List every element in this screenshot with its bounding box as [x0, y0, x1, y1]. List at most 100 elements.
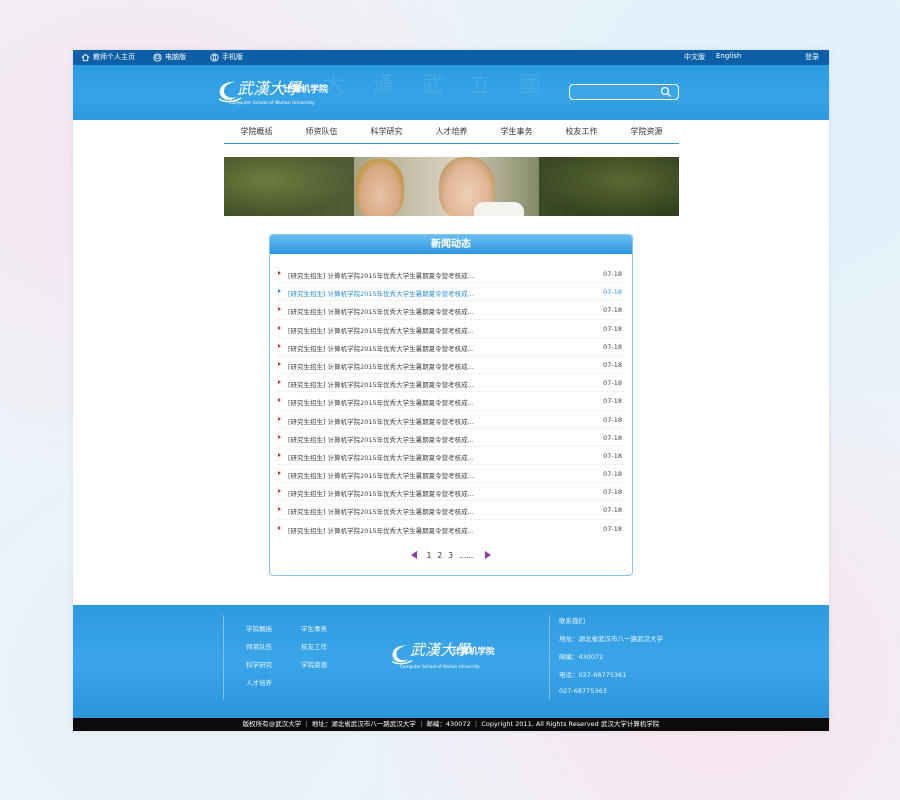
search-icon[interactable]: [660, 86, 672, 98]
nav-item-student-affairs[interactable]: 学生事务: [501, 126, 533, 137]
login-label: 登录: [805, 53, 819, 61]
mobile-version-link[interactable]: 手机版: [210, 52, 243, 62]
footer-link-faculty[interactable]: 师资队伍: [246, 641, 272, 651]
contact-postcode: 邮编：430072: [559, 653, 604, 661]
footer-link-resources[interactable]: 学院资源: [301, 659, 327, 669]
news-item[interactable]: [研究生招生] 计算机学院2015年优秀大学生暑期夏令营考核成... 07-18: [278, 465, 624, 484]
news-item[interactable]: [研究生招生] 计算机学院2015年优秀大学生暑期夏令营考核成... 07-18: [278, 320, 624, 338]
copyright-bar: 版权所有@武汉大学 ｜ 地址：湖北省武汉市八一路武汉大学 ｜ 邮编：430072…: [73, 718, 829, 731]
logo-school-name: 计算机学院: [283, 85, 329, 95]
teacher-home-link[interactable]: 教师个人主页: [81, 52, 135, 62]
pagination: 1 2 3 ......: [270, 549, 632, 561]
nav-item-alumni[interactable]: 校友工作: [566, 126, 598, 137]
news-item-title: [研究生招生] 计算机学院2015年优秀大学生暑期夏令营考核成...: [288, 308, 474, 317]
footer-logo-school-name: 计算机学院: [452, 647, 495, 657]
footer-link-research[interactable]: 科学研究: [246, 659, 272, 669]
news-item[interactable]: [研究生招生] 计算机学院2015年优秀大学生暑期夏令营考核成... 07-18: [278, 429, 624, 447]
teacher-home-label: 教师个人主页: [93, 53, 135, 61]
bullet-icon: [278, 507, 281, 512]
news-item[interactable]: [研究生招生] 计算机学院2015年优秀大学生暑期夏令营考核成... 07-18: [278, 392, 624, 411]
news-item-title: [研究生招生] 计算机学院2015年优秀大学生暑期夏令营考核成...: [288, 362, 474, 371]
footer-logo: 武漢大學 计算机学院 Computer School of Wuhan Univ…: [388, 639, 518, 673]
contact-phone-2: 027-68775363: [559, 687, 607, 695]
news-item[interactable]: [研究生招生] 计算机学院2015年优秀大学生暑期夏令营考核成... 07-18: [278, 447, 624, 466]
news-item[interactable]: [研究生招生] 计算机学院2015年优秀大学生暑期夏令营考核成... 07-18: [278, 356, 624, 375]
page-ellipsis: ......: [459, 550, 474, 560]
footer-link-overview[interactable]: 学院概括: [246, 623, 272, 633]
bullet-icon: [278, 434, 281, 439]
page-link-2[interactable]: 2: [437, 551, 442, 560]
footer-link-education[interactable]: 人才培养: [246, 677, 272, 687]
news-item-date: 07-18: [603, 470, 622, 479]
footer-link-student-affairs[interactable]: 学生事务: [301, 623, 327, 633]
news-item-date: 07-18: [603, 270, 622, 278]
news-item-title: [研究生招生] 计算机学院2015年优秀大学生暑期夏令营考核成...: [288, 344, 474, 353]
search-input[interactable]: [574, 86, 654, 98]
bullet-icon: [278, 361, 281, 366]
bullet-icon: [278, 380, 281, 385]
news-item-date: 07-18: [603, 342, 622, 351]
nav-item-education[interactable]: 人才培养: [436, 126, 468, 137]
news-item[interactable]: [研究生招生] 计算机学院2015年优秀大学生暑期夏令营考核成... 07-18: [278, 520, 624, 538]
bullet-icon: [278, 471, 281, 476]
pc-version-link[interactable]: 电脑版: [153, 52, 186, 62]
next-page-icon[interactable]: [485, 551, 492, 559]
news-item-date: 07-18: [603, 306, 622, 315]
news-item-date: 07-18: [603, 433, 622, 442]
news-item-date: 07-18: [603, 288, 622, 297]
bullet-icon: [278, 489, 281, 494]
bullet-icon: [278, 271, 281, 275]
news-item-date: 07-18: [603, 324, 622, 333]
top-utility-bar: 教师个人主页 电脑版 手机版 中文版 English 登录: [73, 50, 829, 65]
page-link-3[interactable]: 3: [448, 551, 453, 560]
english-version-link[interactable]: English: [716, 52, 741, 60]
nav-item-research[interactable]: 科学研究: [371, 126, 403, 137]
news-item[interactable]: [研究生招生] 计算机学院2015年优秀大学生暑期夏令营考核成... 07-18: [278, 483, 624, 502]
login-link[interactable]: 登录: [805, 52, 819, 62]
phone-icon: [210, 52, 219, 62]
logo-english-name: Computer School of Wuhan University: [229, 101, 315, 106]
bullet-icon: [278, 325, 281, 330]
news-item-title: [研究生招生] 计算机学院2015年优秀大学生暑期夏令营考核成...: [288, 526, 474, 535]
news-panel: 新闻动态 [研究生招生] 计算机学院2015年优秀大学生暑期夏令营考核成... 0…: [269, 234, 633, 576]
bullet-icon: [278, 343, 281, 348]
nav-item-overview[interactable]: 学院概括: [241, 126, 273, 137]
main-nav: 学院概括 师资队伍 科学研究 人才培养 学生事务 校友工作 学院资源: [224, 120, 679, 144]
news-item[interactable]: [研究生招生] 计算机学院2015年优秀大学生暑期夏令营考核成... 07-18: [278, 265, 624, 284]
news-item-title: [研究生招生] 计算机学院2015年优秀大学生暑期夏令营考核成...: [288, 490, 474, 499]
news-item-date: 07-18: [603, 415, 622, 424]
chinese-label: 中文版: [684, 53, 705, 61]
news-item-date: 07-18: [603, 379, 622, 388]
prev-page-icon[interactable]: [410, 551, 417, 559]
news-item-date: 07-18: [603, 451, 622, 460]
footer-link-alumni[interactable]: 校友工作: [301, 641, 327, 651]
news-item[interactable]: [研究生招生] 计算机学院2015年优秀大学生暑期夏令营考核成... 07-18: [278, 411, 624, 429]
nav-item-faculty[interactable]: 师资队伍: [306, 126, 338, 137]
news-heading: 新闻动态: [270, 235, 632, 254]
news-item[interactable]: [研究生招生] 计算机学院2015年优秀大学生暑期夏令营考核成... 07-18: [278, 338, 624, 356]
news-item-title: [研究生招生] 计算机学院2015年优秀大学生暑期夏令营考核成...: [288, 472, 474, 481]
site-logo[interactable]: 武漢大學 计算机学院 Computer School of Wuhan Univ…: [215, 75, 360, 111]
nav-item-resources[interactable]: 学院资源: [631, 126, 663, 137]
news-list: [研究生招生] 计算机学院2015年优秀大学生暑期夏令营考核成... 07-18 …: [278, 265, 624, 538]
pc-version-label: 电脑版: [165, 53, 186, 61]
page-link-1[interactable]: 1: [427, 551, 432, 560]
news-item-date: 07-18: [603, 397, 622, 406]
english-label: English: [716, 52, 742, 60]
chinese-version-link[interactable]: 中文版: [684, 52, 705, 62]
news-item-date: 07-18: [603, 488, 622, 497]
news-item-title: [研究生招生] 计算机学院2015年优秀大学生暑期夏令营考核成...: [288, 417, 474, 426]
news-item[interactable]: [研究生招生] 计算机学院2015年优秀大学生暑期夏令营考核成... 07-18: [278, 283, 624, 302]
news-item-title: [研究生招生] 计算机学院2015年优秀大学生暑期夏令营考核成...: [288, 453, 474, 462]
mobile-version-label: 手机版: [222, 53, 243, 61]
home-icon: [81, 53, 90, 61]
bullet-icon: [278, 398, 281, 403]
site-header: 大 漢 武 立 國 武漢大學 计算机学院 Computer School of …: [73, 65, 829, 120]
news-item[interactable]: [研究生招生] 计算机学院2015年优秀大学生暑期夏令营考核成... 07-18: [278, 301, 624, 320]
news-item[interactable]: [研究生招生] 计算机学院2015年优秀大学生暑期夏令营考核成... 07-18: [278, 374, 624, 393]
news-item-date: 07-18: [603, 506, 622, 515]
contact-title: 联系我们: [559, 617, 585, 625]
site-footer: 学院概括 师资队伍 科学研究 人才培养 学生事务 校友工作 学院资源 武漢大學 …: [73, 605, 829, 718]
news-item-date: 07-18: [603, 360, 622, 369]
news-item[interactable]: [研究生招生] 计算机学院2015年优秀大学生暑期夏令营考核成... 07-18: [278, 501, 624, 520]
